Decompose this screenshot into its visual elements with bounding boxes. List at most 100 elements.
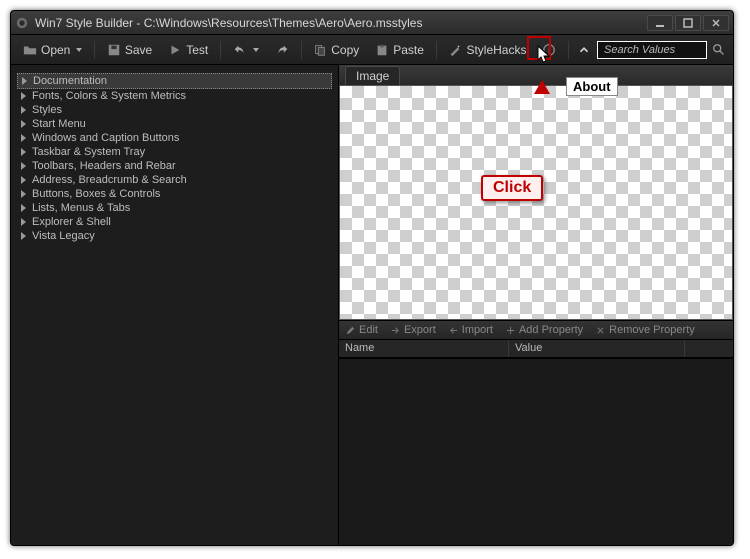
tree-item-label: Lists, Menus & Tabs [32,202,130,214]
import-icon [448,325,459,336]
expand-icon[interactable] [21,148,26,156]
plus-icon [505,325,516,336]
chevron-down-icon [76,48,82,52]
copy-icon [313,43,327,57]
info-icon: i [542,43,556,57]
search-input[interactable] [597,41,707,59]
column-spacer [685,340,733,357]
redo-button[interactable] [269,41,295,59]
tree-item-label: Address, Breadcrumb & Search [32,174,187,186]
tree-item[interactable]: Address, Breadcrumb & Search [17,173,332,187]
redo-icon [275,43,289,57]
undo-icon [233,43,247,57]
search-button[interactable] [711,42,727,58]
edit-button[interactable]: Edit [339,324,384,336]
paste-label: Paste [393,43,424,57]
save-button[interactable]: Save [101,41,158,59]
tree-item-label: Toolbars, Headers and Rebar [32,160,176,172]
tree-item-label: Documentation [33,75,107,87]
add-label: Add Property [519,324,583,336]
svg-text:i: i [549,46,551,55]
image-preview[interactable] [339,85,733,320]
remove-property-button[interactable]: Remove Property [589,324,701,336]
tree-item-label: Styles [32,104,62,116]
tree-item[interactable]: Fonts, Colors & System Metrics [17,89,332,103]
tree-item[interactable]: Vista Legacy [17,229,332,243]
window-title: Win7 Style Builder - C:\Windows\Resource… [35,16,645,30]
tree-panel[interactable]: Documentation Fonts, Colors & System Metr… [11,65,339,545]
play-icon [168,43,182,57]
maximize-button[interactable] [675,15,701,31]
expand-icon[interactable] [21,106,26,114]
tree-item[interactable]: Styles [17,103,332,117]
expand-icon[interactable] [21,218,26,226]
tab-image[interactable]: Image [345,66,400,85]
tree-item[interactable]: Buttons, Boxes & Controls [17,187,332,201]
paste-icon [375,43,389,57]
copy-label: Copy [331,43,359,57]
preview-tabs: Image [339,65,733,85]
test-button[interactable]: Test [162,41,214,59]
minimize-button[interactable] [647,15,673,31]
tree-item-label: Explorer & Shell [32,216,111,228]
expand-icon[interactable] [21,134,26,142]
open-label: Open [41,43,70,57]
import-label: Import [462,324,493,336]
tree-item-label: Windows and Caption Buttons [32,132,179,144]
about-icon [577,43,591,57]
expand-icon[interactable] [21,232,26,240]
title-bar[interactable]: Win7 Style Builder - C:\Windows\Resource… [11,11,733,35]
folder-open-icon [23,43,37,57]
pencil-icon [345,325,356,336]
expand-icon[interactable] [21,190,26,198]
wand-icon [448,43,462,57]
close-button[interactable] [703,15,729,31]
test-label: Test [186,43,208,57]
export-button[interactable]: Export [384,324,442,336]
export-label: Export [404,324,436,336]
paste-button[interactable]: Paste [369,41,430,59]
tree-item-label: Taskbar & System Tray [32,146,145,158]
column-value[interactable]: Value [509,340,685,357]
remove-label: Remove Property [609,324,695,336]
copy-button[interactable]: Copy [307,41,365,59]
property-toolbar: Edit Export Import Add Property Remove P… [339,320,733,340]
property-list[interactable] [339,358,733,545]
property-header: Name Value [339,340,733,358]
tree-item[interactable]: Toolbars, Headers and Rebar [17,159,332,173]
tree-item[interactable]: Lists, Menus & Tabs [17,201,332,215]
stylehacks-label: StyleHacks [466,43,526,57]
open-button[interactable]: Open [17,41,88,59]
edit-label: Edit [359,324,378,336]
import-button[interactable]: Import [442,324,499,336]
add-property-button[interactable]: Add Property [499,324,589,336]
app-window: Win7 Style Builder - C:\Windows\Resource… [10,10,734,546]
tree-item[interactable]: Start Menu [17,117,332,131]
undo-button[interactable] [227,41,265,59]
column-name[interactable]: Name [339,340,509,357]
info-button[interactable]: i [536,41,562,59]
expand-icon[interactable] [21,176,26,184]
tree-item-label: Buttons, Boxes & Controls [32,188,160,200]
expand-icon[interactable] [21,204,26,212]
expand-icon[interactable] [21,162,26,170]
tree-item[interactable]: Documentation [17,73,332,89]
tree-item[interactable]: Taskbar & System Tray [17,145,332,159]
tree-item-label: Vista Legacy [32,230,95,242]
stylehacks-button[interactable]: StyleHacks [442,41,532,59]
chevron-down-icon [253,48,259,52]
save-icon [107,43,121,57]
tree-item[interactable]: Windows and Caption Buttons [17,131,332,145]
tree-item-label: Start Menu [32,118,86,130]
expand-icon[interactable] [21,92,26,100]
app-icon [15,16,29,30]
x-icon [595,325,606,336]
expand-icon[interactable] [21,120,26,128]
about-button[interactable] [575,41,593,59]
expand-icon[interactable] [22,77,27,85]
tree-item-label: Fonts, Colors & System Metrics [32,90,186,102]
toolbar: Open Save Test Copy Paste [11,35,733,65]
export-icon [390,325,401,336]
tree-item[interactable]: Explorer & Shell [17,215,332,229]
content-panel: Image Edit Export Import Add Pro [339,65,733,545]
